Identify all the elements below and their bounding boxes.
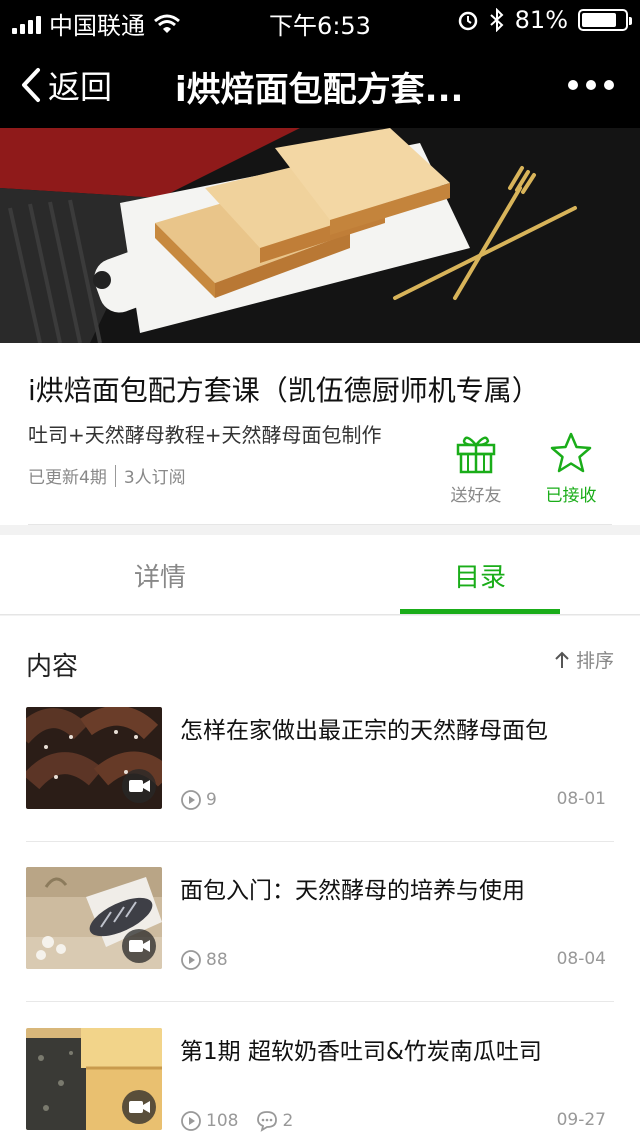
gift-icon bbox=[456, 436, 496, 474]
meta-divider bbox=[114, 464, 116, 487]
status-bar: 中国联通 下午6:53 81% bbox=[0, 0, 640, 40]
alarm-icon bbox=[458, 11, 477, 31]
lesson-title: 第1期 超软奶香吐司&竹炭南瓜吐司 bbox=[180, 1039, 542, 1065]
course-banner-image bbox=[0, 128, 640, 343]
subscriber-count: 3人订阅 bbox=[123, 468, 186, 488]
video-icon bbox=[122, 929, 156, 963]
lesson-thumbnail bbox=[26, 867, 162, 969]
received-button[interactable]: 已接收 bbox=[526, 431, 616, 506]
more-menu-button[interactable] bbox=[568, 80, 614, 90]
lesson-stats: 88 bbox=[180, 949, 228, 971]
play-count: 108 bbox=[206, 1111, 239, 1131]
section-divider bbox=[28, 524, 612, 525]
bluetooth-icon bbox=[489, 8, 504, 32]
gift-label: 送好友 bbox=[450, 486, 502, 506]
catalog-list: 内容 排序 怎样在家做出最正宗的天然酵母面包 9 08-01 面包入门：天然酵母… bbox=[0, 616, 640, 1136]
list-item[interactable]: 面包入门：天然酵母的培养与使用 88 08-04 bbox=[0, 867, 640, 1027]
play-count-icon bbox=[181, 950, 201, 970]
update-count: 已更新4期 bbox=[28, 468, 107, 488]
lesson-title: 面包入门：天然酵母的培养与使用 bbox=[180, 878, 525, 904]
course-info: i烘焙面包配方套课（凯伍德厨师机专属） 吐司+天然酵母教程+天然酵母面包制作 已… bbox=[0, 343, 640, 525]
active-tab-indicator bbox=[400, 609, 560, 614]
content-heading: 内容 bbox=[26, 652, 79, 682]
lesson-stats: 9 bbox=[180, 789, 217, 811]
item-divider bbox=[26, 841, 614, 842]
battery-percent: 81% bbox=[514, 6, 568, 34]
play-count: 88 bbox=[206, 950, 228, 970]
tab-details[interactable]: 详情 bbox=[80, 557, 240, 594]
nav-bar: 返回 i烘焙面包配方套... bbox=[0, 40, 640, 128]
lesson-stats: 108 2 bbox=[180, 1110, 293, 1132]
comment-icon bbox=[257, 1111, 278, 1132]
course-subtitle: 吐司+天然酵母教程+天然酵母面包制作 bbox=[28, 423, 382, 447]
battery-icon bbox=[578, 9, 632, 31]
back-label: 返回 bbox=[48, 68, 113, 106]
list-item[interactable]: 怎样在家做出最正宗的天然酵母面包 9 08-01 bbox=[0, 707, 640, 867]
lesson-thumbnail bbox=[26, 1028, 162, 1130]
video-icon bbox=[122, 1090, 156, 1124]
play-count: 9 bbox=[206, 790, 217, 810]
lesson-date: 08-01 bbox=[556, 789, 606, 809]
lesson-date: 08-04 bbox=[556, 949, 606, 969]
tab-catalog[interactable]: 目录 bbox=[400, 557, 560, 594]
play-count-icon bbox=[181, 1111, 201, 1131]
tab-bar: 详情 目录 bbox=[0, 535, 640, 615]
lesson-title: 怎样在家做出最正宗的天然酵母面包 bbox=[180, 718, 548, 744]
course-meta: 已更新4期 3人订阅 bbox=[28, 463, 186, 488]
sort-label: 排序 bbox=[575, 650, 614, 672]
gift-to-friend-button[interactable]: 送好友 bbox=[431, 431, 521, 506]
star-icon bbox=[550, 432, 592, 473]
sort-button[interactable]: 排序 bbox=[554, 646, 614, 673]
list-item[interactable]: 第1期 超软奶香吐司&竹炭南瓜吐司 108 2 09-27 bbox=[0, 1028, 640, 1136]
arrow-up-icon bbox=[555, 651, 569, 668]
video-icon bbox=[122, 769, 156, 803]
received-label: 已接收 bbox=[545, 486, 597, 506]
back-button[interactable]: 返回 bbox=[20, 62, 112, 108]
course-title: i烘焙面包配方套课（凯伍德厨师机专属） bbox=[28, 374, 540, 407]
comment-count: 2 bbox=[282, 1111, 294, 1131]
play-count-icon bbox=[181, 790, 201, 810]
lesson-thumbnail bbox=[26, 707, 162, 809]
item-divider bbox=[26, 1001, 614, 1002]
chevron-left-icon bbox=[22, 68, 40, 102]
page-title: i烘焙面包配方套... bbox=[175, 70, 464, 110]
lesson-date: 09-27 bbox=[556, 1110, 606, 1130]
